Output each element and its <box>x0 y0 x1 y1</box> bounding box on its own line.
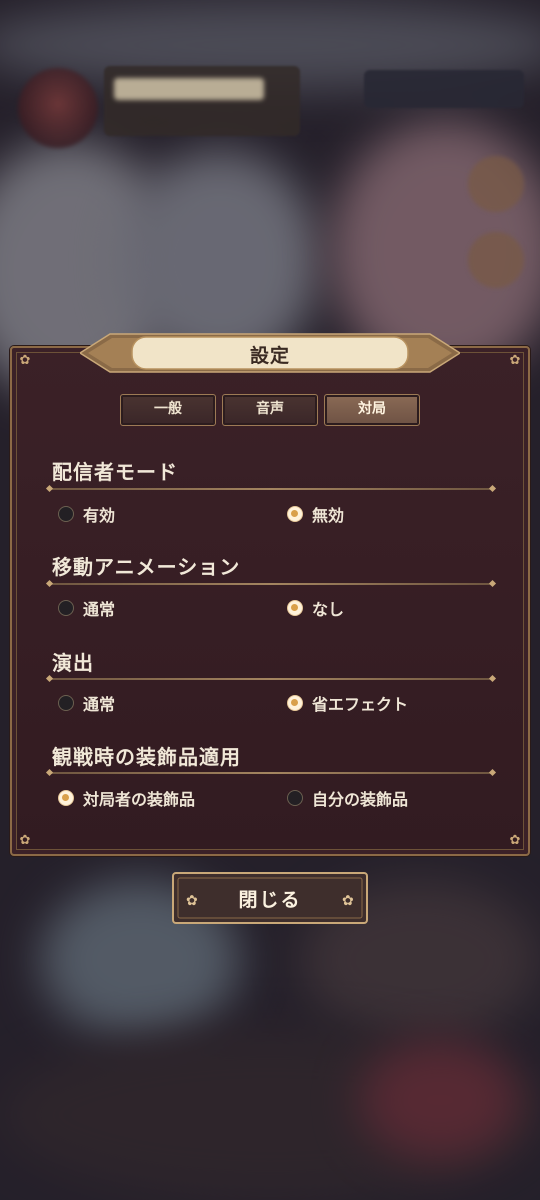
radio-button-icon <box>58 506 74 522</box>
option-label: 通常 <box>83 695 116 714</box>
section-title-effects: 演出 <box>52 651 94 675</box>
option-decor-opponent[interactable]: 対局者の装飾品 <box>58 786 195 810</box>
radio-button-icon <box>287 790 303 806</box>
option-effects-normal[interactable]: 通常 <box>58 691 115 715</box>
radio-button-icon <box>58 600 74 616</box>
close-button-label: 閉じる <box>238 889 302 911</box>
option-decor-self[interactable]: 自分の装飾品 <box>287 786 408 810</box>
option-label: 有効 <box>83 506 116 525</box>
close-button[interactable]: ✿ ✿ 閉じる <box>172 872 368 924</box>
section-title-spectate-decor: 観戦時の装飾品適用 <box>52 745 241 769</box>
tab-general[interactable]: 一般 <box>120 394 216 426</box>
option-animation-normal[interactable]: 通常 <box>58 596 115 620</box>
section-divider <box>50 772 492 774</box>
section-divider <box>50 678 492 680</box>
section-title-streamer-mode: 配信者モード <box>52 460 178 484</box>
side-menu-button <box>468 156 524 212</box>
tab-audio[interactable]: 音声 <box>222 394 318 426</box>
currency-bar <box>364 70 524 108</box>
option-animation-none[interactable]: なし <box>287 596 344 620</box>
corner-ornament-icon: ✿ <box>19 833 31 848</box>
option-streamer-disabled[interactable]: 無効 <box>287 502 344 526</box>
corner-ornament-icon: ✿ <box>509 353 521 368</box>
corner-ornament-icon: ✿ <box>19 353 31 368</box>
option-label: 自分の装飾品 <box>312 790 409 809</box>
radio-button-selected-icon <box>58 790 74 806</box>
section-divider <box>50 583 492 585</box>
radio-button-selected-icon <box>287 695 303 711</box>
dialog-title-plate: 設定 <box>80 332 460 374</box>
dialog-title: 設定 <box>249 345 290 367</box>
side-menu-button <box>468 232 524 288</box>
section-divider <box>50 488 492 490</box>
option-label: なし <box>312 600 345 619</box>
option-label: 無効 <box>312 506 345 525</box>
option-label: 通常 <box>83 600 116 619</box>
section-title-move-animation: 移動アニメーション <box>52 555 241 579</box>
radio-button-selected-icon <box>287 506 303 522</box>
player-name-plate <box>104 66 300 136</box>
radio-button-selected-icon <box>287 600 303 616</box>
settings-tabs: 一般 音声 対局 <box>120 394 420 426</box>
player-avatar <box>18 68 98 148</box>
option-streamer-enabled[interactable]: 有効 <box>58 502 115 526</box>
tab-match[interactable]: 対局 <box>324 394 420 426</box>
option-effects-reduced[interactable]: 省エフェクト <box>287 691 408 715</box>
corner-ornament-icon: ✿ <box>509 833 521 848</box>
option-label: 対局者の装飾品 <box>83 790 196 809</box>
option-label: 省エフェクト <box>312 695 409 714</box>
radio-button-icon <box>58 695 74 711</box>
